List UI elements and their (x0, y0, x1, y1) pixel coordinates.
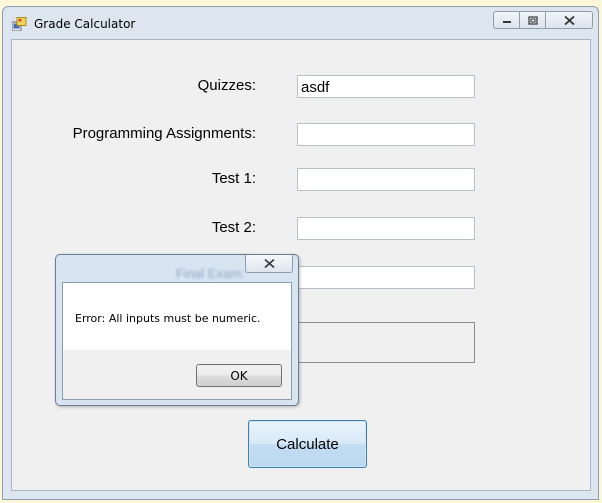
test2-input[interactable] (297, 217, 475, 240)
dialog-content: Error: All inputs must be numeric. OK (62, 282, 292, 400)
maximize-icon (527, 15, 538, 25)
close-icon (263, 259, 275, 268)
minimize-icon (502, 21, 511, 23)
close-button[interactable] (546, 11, 593, 29)
result-output-box (297, 322, 475, 363)
test1-label: Test 1: (211, 170, 256, 187)
error-message-text: Error: All inputs must be numeric. (75, 312, 261, 325)
caption-buttons (493, 11, 593, 29)
ok-button[interactable]: OK (196, 364, 282, 387)
error-message-dialog: Final Exam: Error: All inputs must be nu… (55, 254, 299, 406)
test1-input[interactable] (297, 168, 475, 191)
final-exam-input[interactable] (297, 266, 475, 289)
final-exam-label: Final Exam: (176, 266, 245, 281)
title-bar[interactable]: Grade Calculator (3, 7, 598, 39)
calculate-button[interactable]: Calculate (248, 420, 367, 468)
test2-label: Test 2: (211, 219, 256, 236)
dialog-message-area: Error: All inputs must be numeric. (63, 283, 291, 350)
app-icon (12, 17, 27, 31)
grade-calculator-window: Grade Calculator Quizzes: asdf Programmi… (2, 6, 599, 500)
programming-assignments-label: Programming Assignments: (72, 125, 256, 142)
quizzes-input[interactable]: asdf (297, 75, 475, 98)
close-icon (563, 15, 575, 25)
maximize-button[interactable] (520, 11, 546, 29)
dialog-close-button[interactable] (245, 255, 293, 273)
window-title: Grade Calculator (34, 17, 136, 31)
programming-assignments-input[interactable] (297, 123, 475, 146)
minimize-button[interactable] (493, 11, 520, 29)
quizzes-label: Quizzes: (197, 77, 256, 94)
